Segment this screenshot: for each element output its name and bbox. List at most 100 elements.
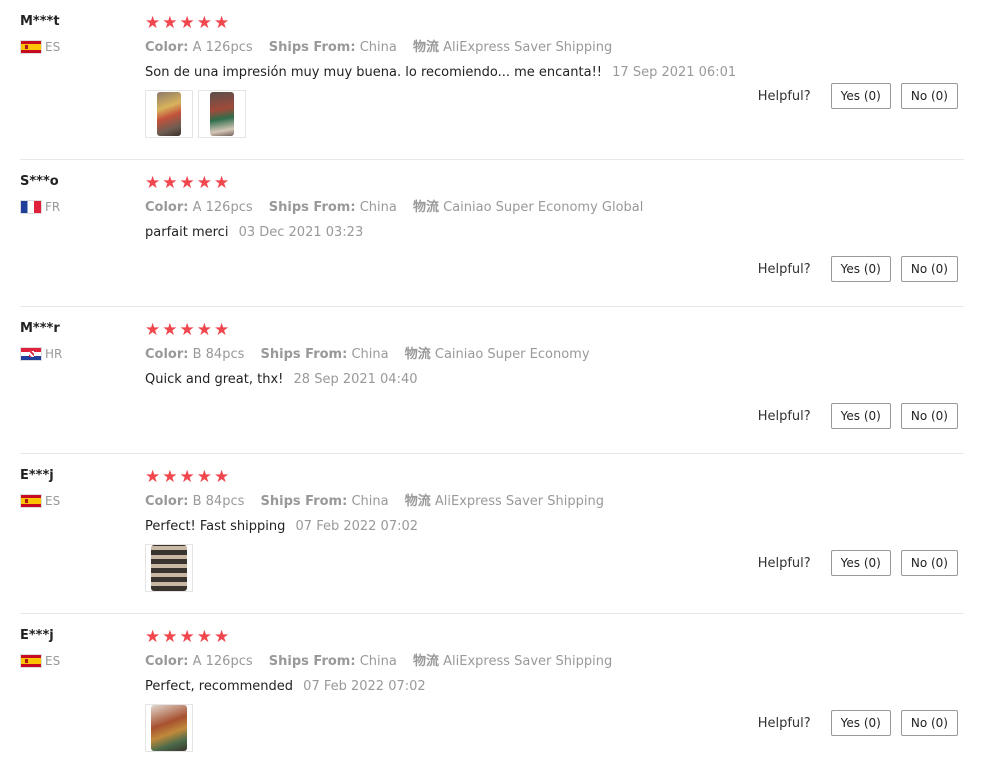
- reviewer-country: HR: [20, 347, 130, 361]
- photo-image: [151, 705, 187, 751]
- helpful-label: Helpful?: [757, 555, 811, 571]
- review-body: ★★★★★ Color: A 126pcs Ships From: China …: [145, 14, 964, 138]
- helpful-yes-button[interactable]: Yes (0): [830, 550, 891, 576]
- color-label: Color:: [145, 40, 189, 55]
- country-code: ES: [45, 654, 61, 668]
- reviewer-info: M***r HR: [20, 321, 130, 361]
- country-code: ES: [45, 494, 61, 508]
- spain-flag-icon: [20, 494, 42, 508]
- review-list: M***t ES ★★★★★ Color: A 126pcs Ships Fro…: [0, 0, 981, 771]
- spain-flag-icon: [20, 654, 42, 668]
- ships-from-value: China: [359, 40, 397, 55]
- photo-image: [210, 92, 234, 136]
- review-item: M***r HR ★★★★★ Color: B 84pcs Ships From…: [20, 307, 964, 454]
- logistics-value: Cainiao Super Economy: [434, 347, 590, 362]
- color-value: B 84pcs: [192, 494, 245, 509]
- star-rating: ★★★★★: [145, 320, 232, 340]
- ships-from-label: Ships From:: [260, 494, 348, 509]
- review-date: 17 Sep 2021 06:01: [612, 65, 737, 80]
- reviewer-name: M***t: [20, 14, 60, 29]
- helpful-controls: Helpful? Yes (0) No (0): [758, 256, 958, 282]
- review-photo-thumbnail[interactable]: [198, 90, 246, 138]
- helpful-yes-button[interactable]: Yes (0): [830, 256, 891, 282]
- reviewer-country: ES: [20, 494, 130, 508]
- logistics-value: AliExpress Saver Shipping: [443, 654, 613, 669]
- reviewer-info: S***o FR: [20, 174, 130, 214]
- review-item: E***j ES ★★★★★ Color: B 84pcs Ships From…: [20, 454, 964, 614]
- review-text: Perfect! Fast shipping: [145, 519, 286, 534]
- order-info: Color: A 126pcs Ships From: China 物流 Ali…: [145, 40, 964, 56]
- helpful-label: Helpful?: [757, 88, 811, 104]
- review-text: Son de una impresión muy muy buena. lo r…: [145, 65, 602, 80]
- star-rating: ★★★★★: [145, 13, 232, 33]
- review-item: E***j ES ★★★★★ Color: A 126pcs Ships Fro…: [20, 614, 964, 771]
- country-code: ES: [45, 40, 61, 54]
- ships-from-value: China: [351, 347, 389, 362]
- ships-from-label: Ships From:: [268, 654, 356, 669]
- photo-image: [151, 545, 187, 591]
- ships-from-label: Ships From:: [268, 40, 356, 55]
- ships-from-label: Ships From:: [260, 347, 348, 362]
- review-item: M***t ES ★★★★★ Color: A 126pcs Ships Fro…: [20, 0, 964, 160]
- helpful-label: Helpful?: [757, 715, 811, 731]
- color-label: Color:: [145, 347, 189, 362]
- reviewer-name: M***r: [20, 321, 60, 336]
- review-text: Perfect, recommended: [145, 679, 294, 694]
- ships-from-label: Ships From:: [268, 200, 356, 215]
- review-date: 03 Dec 2021 03:23: [238, 225, 364, 240]
- review-text-row: Perfect, recommended 07 Feb 2022 07:02: [145, 679, 964, 695]
- review-text: parfait merci: [145, 225, 229, 240]
- helpful-controls: Helpful? Yes (0) No (0): [758, 83, 958, 109]
- review-body: ★★★★★ Color: A 126pcs Ships From: China …: [145, 174, 964, 241]
- logistics-value: AliExpress Saver Shipping: [443, 40, 613, 55]
- color-label: Color:: [145, 654, 189, 669]
- reviewer-info: M***t ES: [20, 14, 130, 54]
- ships-from-value: China: [351, 494, 389, 509]
- croatia-flag-icon: [20, 347, 42, 361]
- order-info: Color: B 84pcs Ships From: China 物流 Cain…: [145, 347, 964, 363]
- helpful-label: Helpful?: [757, 261, 811, 277]
- review-photo-thumbnail[interactable]: [145, 704, 193, 752]
- star-rating: ★★★★★: [145, 173, 232, 193]
- review-text-row: Perfect! Fast shipping 07 Feb 2022 07:02: [145, 519, 964, 535]
- helpful-yes-button[interactable]: Yes (0): [830, 403, 891, 429]
- helpful-yes-button[interactable]: Yes (0): [830, 83, 891, 109]
- country-code: FR: [45, 200, 61, 214]
- order-info: Color: A 126pcs Ships From: China 物流 Cai…: [145, 200, 964, 216]
- helpful-controls: Helpful? Yes (0) No (0): [758, 550, 958, 576]
- logistics-value: AliExpress Saver Shipping: [434, 494, 604, 509]
- review-photo-thumbnail[interactable]: [145, 90, 193, 138]
- order-info: Color: B 84pcs Ships From: China 物流 AliE…: [145, 494, 964, 510]
- photo-image: [157, 92, 181, 136]
- reviewer-country: FR: [20, 200, 130, 214]
- logistics-value: Cainiao Super Economy Global: [443, 200, 644, 215]
- helpful-no-button[interactable]: No (0): [900, 256, 958, 282]
- logistics-label: 物流: [412, 40, 439, 55]
- review-text-row: parfait merci 03 Dec 2021 03:23: [145, 225, 964, 241]
- reviewer-country: ES: [20, 40, 130, 54]
- star-rating: ★★★★★: [145, 467, 232, 487]
- country-code: HR: [45, 347, 63, 361]
- color-value: A 126pcs: [192, 654, 253, 669]
- color-value: A 126pcs: [192, 40, 253, 55]
- order-info: Color: A 126pcs Ships From: China 物流 Ali…: [145, 654, 964, 670]
- logistics-label: 物流: [412, 654, 439, 669]
- review-text-row: Son de una impresión muy muy buena. lo r…: [145, 65, 964, 81]
- helpful-no-button[interactable]: No (0): [900, 710, 958, 736]
- helpful-no-button[interactable]: No (0): [900, 83, 958, 109]
- ships-from-value: China: [359, 654, 397, 669]
- helpful-controls: Helpful? Yes (0) No (0): [758, 710, 958, 736]
- reviewer-country: ES: [20, 654, 130, 668]
- review-photo-thumbnail[interactable]: [145, 544, 193, 592]
- review-date: 07 Feb 2022 07:02: [295, 519, 419, 534]
- helpful-controls: Helpful? Yes (0) No (0): [758, 403, 958, 429]
- star-rating: ★★★★★: [145, 627, 232, 647]
- logistics-label: 物流: [412, 200, 439, 215]
- helpful-yes-button[interactable]: Yes (0): [830, 710, 891, 736]
- review-item: S***o FR ★★★★★ Color: A 126pcs Ships Fro…: [20, 160, 964, 307]
- reviewer-name: S***o: [20, 174, 59, 189]
- logistics-label: 物流: [404, 347, 431, 362]
- helpful-no-button[interactable]: No (0): [900, 403, 958, 429]
- color-label: Color:: [145, 200, 189, 215]
- helpful-no-button[interactable]: No (0): [900, 550, 958, 576]
